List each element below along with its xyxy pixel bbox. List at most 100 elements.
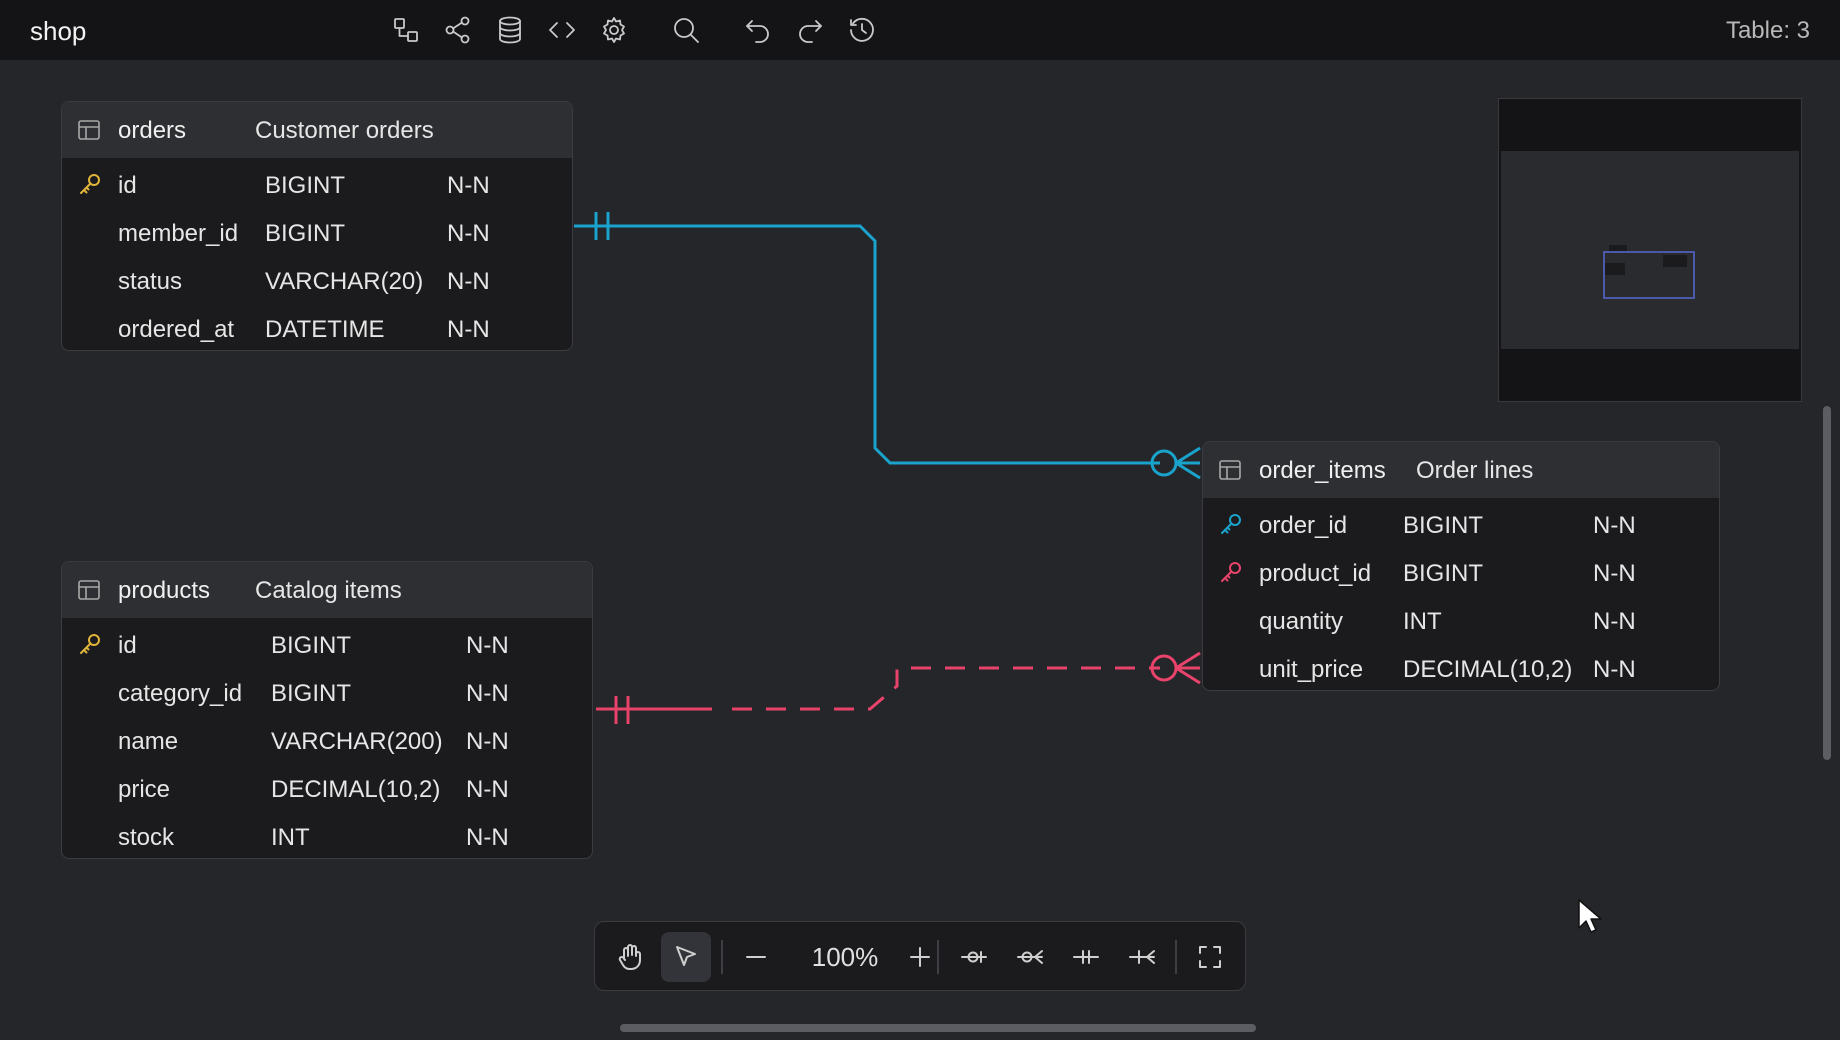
toolbar-divider — [1175, 940, 1177, 974]
column-row[interactable]: status VARCHAR(20) N-N — [62, 258, 572, 306]
column-row[interactable]: quantity INT N-N — [1203, 598, 1719, 646]
table-comment: Catalog items — [255, 577, 402, 604]
zoom-level[interactable]: 100% — [795, 942, 895, 973]
column-row[interactable]: ordered_at DATETIME N-N — [62, 306, 572, 350]
column-row[interactable]: stock INT N-N — [62, 814, 592, 858]
table-name: products — [118, 577, 211, 604]
database-icon[interactable] — [492, 12, 528, 48]
primary-key-icon — [78, 632, 102, 656]
table-products[interactable]: products Catalog items id BIGINT N-N cat… — [61, 561, 593, 859]
column-nullable: N-N — [447, 316, 490, 343]
toolbar-divider — [937, 940, 939, 974]
column-row[interactable]: unit_price DECIMAL(10,2) N-N — [1203, 646, 1719, 690]
code-icon[interactable] — [544, 12, 580, 48]
table-order-items[interactable]: order_items Order lines order_id BIGINT … — [1202, 441, 1720, 691]
zero-or-many-relation-button[interactable] — [1005, 932, 1055, 982]
hand-icon — [618, 944, 641, 970]
minimap[interactable] — [1498, 98, 1802, 402]
column-name: unit_price — [1259, 656, 1364, 683]
column-nullable: N-N — [447, 172, 490, 199]
column-row[interactable]: order_id BIGINT N-N — [1203, 502, 1719, 550]
column-row[interactable]: price DECIMAL(10,2) N-N — [62, 766, 592, 814]
undo-icon[interactable] — [740, 12, 776, 48]
search-icon[interactable] — [668, 12, 704, 48]
minimap-canvas[interactable] — [1501, 151, 1799, 349]
column-type: BIGINT — [1403, 560, 1484, 587]
column-type: BIGINT — [265, 220, 346, 247]
relation-orders-order-items — [574, 212, 1201, 480]
app-title: shop — [30, 16, 87, 46]
toolbar-divider — [721, 940, 723, 974]
column-type: DATETIME — [265, 316, 385, 343]
column-name: stock — [118, 824, 175, 851]
table-header[interactable]: products Catalog items — [62, 562, 592, 618]
hand-tool-button[interactable] — [605, 932, 655, 982]
bottom-toolbar: 100% — [594, 921, 1246, 991]
column-name: quantity — [1259, 608, 1344, 635]
column-nullable: N-N — [466, 776, 509, 803]
column-name: category_id — [118, 680, 243, 707]
table-comment: Order lines — [1416, 457, 1534, 484]
table-name: orders — [118, 117, 187, 144]
column-name: ordered_at — [118, 316, 235, 343]
column-nullable: N-N — [1593, 560, 1636, 587]
column-type: DECIMAL(10,2) — [271, 776, 441, 803]
history-icon[interactable] — [844, 12, 880, 48]
table-icon — [78, 120, 100, 140]
select-tool-button[interactable] — [661, 932, 711, 982]
column-name: price — [118, 776, 171, 803]
relation-zero-one-icon — [961, 951, 987, 963]
column-nullable: N-N — [447, 268, 490, 295]
vertical-scrollbar[interactable] — [1823, 406, 1831, 760]
column-name: id — [118, 632, 137, 659]
column-type: INT — [1403, 608, 1442, 635]
column-nullable: N-N — [1593, 608, 1636, 635]
minus-icon — [746, 956, 766, 958]
column-type: VARCHAR(200) — [271, 728, 443, 755]
column-nullable: N-N — [466, 632, 509, 659]
column-type: BIGINT — [265, 172, 346, 199]
relation-one-one-icon — [1073, 950, 1099, 964]
zoom-out-button[interactable] — [731, 932, 781, 982]
share-icon[interactable] — [440, 12, 476, 48]
column-nullable: N-N — [1593, 512, 1636, 539]
table-orders[interactable]: orders Customer orders id BIGINT N-N mem… — [61, 101, 573, 351]
table-header[interactable]: order_items Order lines — [1203, 442, 1719, 498]
table-header[interactable]: orders Customer orders — [62, 102, 572, 158]
column-type: DECIMAL(10,2) — [1403, 656, 1573, 683]
foreign-key-icon — [1219, 512, 1243, 536]
foreign-key-icon — [1219, 560, 1243, 584]
table-icon — [78, 580, 100, 600]
column-nullable: N-N — [466, 680, 509, 707]
column-row[interactable]: id BIGINT N-N — [62, 622, 592, 670]
column-row[interactable]: product_id BIGINT N-N — [1203, 550, 1719, 598]
column-name: name — [118, 728, 179, 755]
minimap-viewport[interactable] — [1603, 251, 1695, 299]
diagram-icon[interactable] — [388, 12, 424, 48]
column-row[interactable]: category_id BIGINT N-N — [62, 670, 592, 718]
fullscreen-icon — [1199, 946, 1221, 968]
column-nullable: N-N — [447, 220, 490, 247]
column-row[interactable]: id BIGINT N-N — [62, 162, 572, 210]
column-name: member_id — [118, 220, 239, 247]
column-name: id — [118, 172, 137, 199]
one-only-relation-button[interactable] — [1061, 932, 1111, 982]
relation-one-many-icon — [1129, 950, 1155, 964]
fullscreen-button[interactable] — [1185, 932, 1235, 982]
table-name: order_items — [1259, 457, 1386, 484]
one-or-many-relation-button[interactable] — [1117, 932, 1167, 982]
table-count: Table: 3 — [1725, 17, 1810, 44]
column-row[interactable]: name VARCHAR(200) N-N — [62, 718, 592, 766]
settings-icon[interactable] — [596, 12, 632, 48]
column-row[interactable]: member_id BIGINT N-N — [62, 210, 572, 258]
column-nullable: N-N — [466, 728, 509, 755]
zero-or-one-relation-button[interactable] — [949, 932, 999, 982]
horizontal-scrollbar[interactable] — [620, 1024, 1256, 1032]
column-nullable: N-N — [1593, 656, 1636, 683]
relation-products-order-items — [596, 651, 1201, 724]
column-name: order_id — [1259, 512, 1348, 539]
column-name: product_id — [1259, 560, 1372, 587]
column-type: BIGINT — [271, 632, 352, 659]
plus-icon — [910, 947, 930, 967]
redo-icon[interactable] — [792, 12, 828, 48]
